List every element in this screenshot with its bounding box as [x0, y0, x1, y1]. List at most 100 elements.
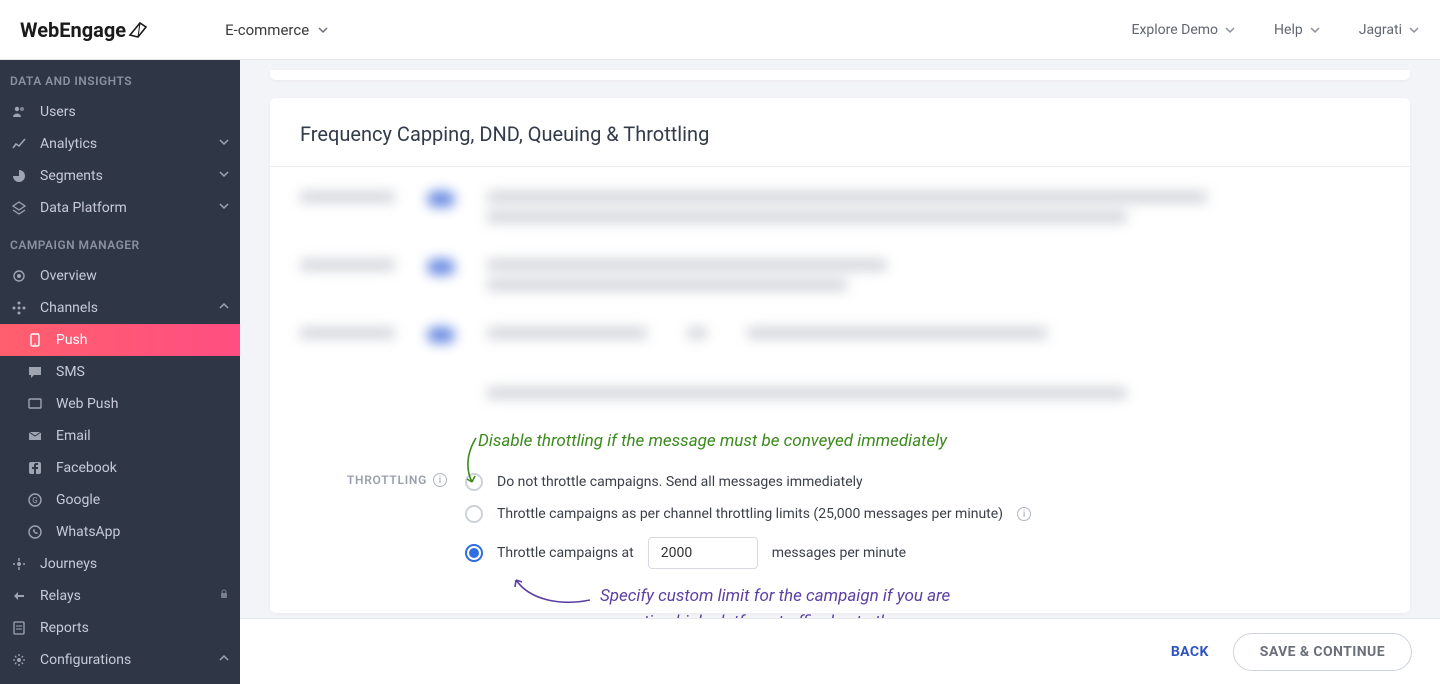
sidebar-item-data-platform[interactable]: Data Platform	[0, 192, 240, 224]
sidebar-item-label: SMS	[56, 364, 85, 380]
annotation-disable-throttling: Disable throttling if the message must b…	[478, 431, 947, 451]
sidebar-item-google[interactable]: G Google	[0, 484, 240, 516]
sidebar-item-facebook[interactable]: Facebook	[0, 452, 240, 484]
sidebar-item-relays[interactable]: Relays	[0, 580, 240, 612]
explore-demo-menu[interactable]: Explore Demo	[1131, 22, 1236, 38]
frequency-card: Frequency Capping, DND, Queuing & Thrott…	[270, 98, 1410, 613]
project-selector[interactable]: E-commerce	[225, 21, 329, 39]
sidebar-item-label: Reports	[40, 620, 89, 636]
radio-button[interactable]	[465, 505, 483, 523]
footer-bar: BACK SAVE & CONTINUE	[240, 618, 1440, 684]
sidebar-item-label: Facebook	[56, 460, 117, 476]
email-icon	[26, 427, 44, 445]
chevron-down-icon	[218, 168, 230, 184]
sidebar-item-overview[interactable]: Overview	[0, 260, 240, 292]
push-icon	[26, 331, 44, 349]
top-header: WebEngage E-commerce Explore Demo Help J…	[0, 0, 1440, 60]
throttle-rate-input[interactable]	[648, 537, 758, 569]
explore-demo-label: Explore Demo	[1131, 22, 1218, 38]
project-name: E-commerce	[225, 21, 309, 39]
option-label: Throttle campaigns as per channel thrott…	[497, 506, 1003, 522]
header-right: Explore Demo Help Jagrati	[1131, 22, 1420, 38]
sidebar-item-reports[interactable]: Reports	[0, 612, 240, 644]
sidebar-item-users[interactable]: Users	[0, 96, 240, 128]
throttle-option-channel-limit[interactable]: Throttle campaigns as per channel thrott…	[465, 505, 1380, 523]
sidebar-item-configurations[interactable]: Configurations	[0, 644, 240, 676]
users-icon	[10, 103, 28, 121]
logo-kite-icon	[128, 21, 150, 39]
sidebar-item-label: Analytics	[40, 136, 97, 152]
sidebar-section-data: DATA AND INSIGHTS	[0, 60, 240, 96]
google-icon: G	[26, 491, 44, 509]
throttle-option-none[interactable]: Do not throttle campaigns. Send all mess…	[465, 473, 1380, 491]
sidebar-item-label: Configurations	[40, 652, 131, 668]
chevron-up-icon	[218, 652, 230, 668]
chevron-up-icon	[218, 300, 230, 316]
sidebar-item-label: Segments	[40, 168, 103, 184]
throttling-label: THROTTLING	[347, 473, 427, 487]
user-menu[interactable]: Jagrati	[1359, 22, 1420, 38]
reports-icon	[10, 619, 28, 637]
logo-text: WebEngage	[20, 18, 126, 42]
sidebar-item-label: Push	[56, 332, 88, 348]
throttle-option-custom[interactable]: Throttle campaigns at messages per minut…	[465, 537, 1380, 569]
sidebar-item-label: Relays	[40, 588, 81, 604]
svg-text:G: G	[32, 496, 37, 505]
chevron-down-icon	[1408, 24, 1420, 36]
sidebar-item-label: WhatsApp	[56, 524, 120, 540]
chevron-down-icon	[317, 24, 329, 36]
back-button[interactable]: BACK	[1171, 644, 1209, 660]
journeys-icon	[10, 555, 28, 573]
previous-card-bottom	[270, 70, 1410, 80]
sidebar-item-push[interactable]: Push	[0, 324, 240, 356]
logo: WebEngage	[20, 18, 150, 42]
sidebar-item-label: Web Push	[56, 396, 118, 412]
help-label: Help	[1274, 22, 1303, 38]
whatsapp-icon	[26, 523, 44, 541]
info-icon[interactable]: i	[433, 473, 447, 487]
sidebar-item-journeys[interactable]: Journeys	[0, 548, 240, 580]
sidebar-item-label: Email	[56, 428, 91, 444]
sidebar: DATA AND INSIGHTS Users Analytics Segmen…	[0, 60, 240, 684]
content-area: Frequency Capping, DND, Queuing & Thrott…	[240, 60, 1440, 684]
help-menu[interactable]: Help	[1274, 22, 1321, 38]
throttling-section: THROTTLING i Do not throttle campaigns. …	[270, 473, 1410, 583]
facebook-icon	[26, 459, 44, 477]
webpush-icon	[26, 395, 44, 413]
overview-icon	[10, 267, 28, 285]
configurations-icon	[10, 651, 28, 669]
chevron-down-icon	[218, 136, 230, 152]
relays-icon	[10, 587, 28, 605]
radio-button[interactable]	[465, 473, 483, 491]
sidebar-item-segments[interactable]: Segments	[0, 160, 240, 192]
channels-icon	[10, 299, 28, 317]
card-title: Frequency Capping, DND, Queuing & Thrott…	[270, 98, 1410, 167]
radio-button-selected[interactable]	[465, 544, 483, 562]
sidebar-item-dnd[interactable]: DND	[0, 676, 240, 684]
sidebar-item-label: Google	[56, 492, 100, 508]
info-icon[interactable]: i	[1017, 507, 1031, 521]
analytics-icon	[10, 135, 28, 153]
sidebar-item-email[interactable]: Email	[0, 420, 240, 452]
sidebar-item-label: Overview	[40, 268, 97, 284]
data-platform-icon	[10, 199, 28, 217]
sidebar-item-analytics[interactable]: Analytics	[0, 128, 240, 160]
chevron-down-icon	[1309, 24, 1321, 36]
sidebar-item-label: Channels	[40, 300, 98, 316]
sidebar-item-label: Data Platform	[40, 200, 127, 216]
option-label-post: messages per minute	[772, 545, 906, 561]
sidebar-item-channels[interactable]: Channels	[0, 292, 240, 324]
sms-icon	[26, 363, 44, 381]
segments-icon	[10, 167, 28, 185]
sidebar-item-whatsapp[interactable]: WhatsApp	[0, 516, 240, 548]
sidebar-item-webpush[interactable]: Web Push	[0, 388, 240, 420]
save-continue-button[interactable]: SAVE & CONTINUE	[1233, 633, 1412, 671]
sidebar-item-sms[interactable]: SMS	[0, 356, 240, 388]
blurred-settings	[270, 167, 1410, 445]
lock-icon	[218, 588, 230, 604]
sidebar-item-label: Users	[40, 104, 76, 120]
chevron-down-icon	[218, 200, 230, 216]
option-label: Do not throttle campaigns. Send all mess…	[497, 474, 863, 490]
chevron-down-icon	[1224, 24, 1236, 36]
option-label-pre: Throttle campaigns at	[497, 545, 634, 561]
